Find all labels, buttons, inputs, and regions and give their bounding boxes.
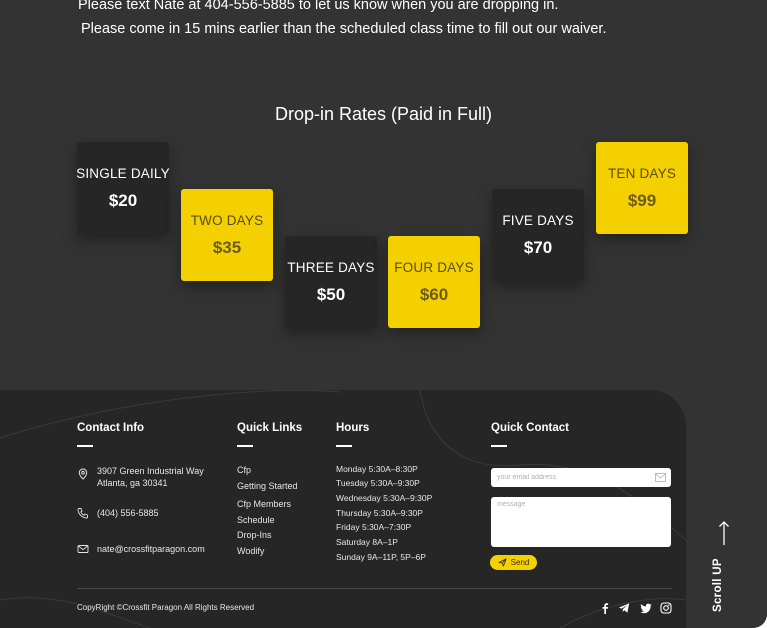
footer: Contact Info 3907 Green Industrial Way A… bbox=[0, 390, 686, 628]
rate-card-price: $70 bbox=[523, 237, 553, 257]
hours-item-saturday: Saturday 8A–1P bbox=[336, 537, 398, 547]
instagram-icon[interactable] bbox=[660, 602, 672, 614]
hours-item-wednesday: Wednesday 5:30A–9:30P bbox=[336, 493, 433, 503]
notice-text-line2: Please come in 15 mins earlier than the … bbox=[81, 21, 607, 37]
rate-card-two-days: TWO DAYS $35 bbox=[181, 189, 273, 281]
rate-card-name: FOUR DAYS bbox=[394, 259, 474, 275]
address-line1: 3907 Green Industrial Way bbox=[97, 466, 204, 476]
send-button-label: Send bbox=[510, 558, 530, 567]
email-link[interactable]: nate@crossfitparagon.com bbox=[97, 543, 205, 555]
facebook-icon[interactable] bbox=[599, 602, 611, 614]
address-text: 3907 Green Industrial Way Atlanta, ga 30… bbox=[97, 465, 204, 489]
arrow-up-icon bbox=[719, 521, 729, 545]
scroll-up-button[interactable]: Scroll UP bbox=[712, 520, 738, 612]
notice-text-line1: Please text Nate at 404-556-5885 to let … bbox=[78, 0, 559, 13]
footer-divider bbox=[77, 588, 672, 589]
quick-link-schedule[interactable]: Schedule bbox=[237, 515, 275, 525]
hours-item-friday: Friday 5:30A–7:30P bbox=[336, 522, 412, 532]
rate-card-name: THREE DAYS bbox=[287, 259, 375, 275]
hours-item-sunday: Sunday 9A–11P, 5P–6P bbox=[336, 552, 426, 562]
heading-underline bbox=[237, 445, 253, 447]
heading-underline bbox=[336, 445, 352, 447]
contact-info-heading: Contact Info bbox=[77, 422, 145, 434]
email-icon bbox=[77, 545, 89, 553]
rate-card-name: SINGLE DAILY bbox=[76, 165, 170, 181]
rate-card-name: TWO DAYS bbox=[190, 212, 264, 228]
paper-plane-icon bbox=[498, 558, 507, 567]
rate-card-price: $20 bbox=[108, 190, 138, 210]
rate-card-three-days: THREE DAYS $50 bbox=[285, 236, 377, 328]
page-frame: Please text Nate at 404-556-5885 to let … bbox=[0, 0, 767, 628]
quick-link-wodify[interactable]: Wodify bbox=[237, 546, 264, 556]
rate-card-name: FIVE DAYS bbox=[502, 212, 574, 228]
heading-underline bbox=[77, 445, 93, 447]
phone-icon bbox=[77, 508, 88, 519]
quick-link-cfp-members[interactable]: Cfp Members bbox=[237, 499, 291, 509]
quick-link-drop-ins[interactable]: Drop-Ins bbox=[237, 530, 272, 540]
rate-card-four-days: FOUR DAYS $60 bbox=[388, 236, 480, 328]
rate-card-single-daily: SINGLE DAILY $20 bbox=[76, 142, 170, 234]
rate-card-price: $35 bbox=[212, 237, 242, 257]
hours-item-monday: Monday 5:30A–8:30P bbox=[336, 464, 418, 474]
hours-item-thursday: Thursday 5:30A–9:30P bbox=[336, 508, 423, 518]
message-textarea[interactable] bbox=[491, 497, 671, 547]
rate-card-price: $50 bbox=[316, 284, 346, 304]
location-pin-icon bbox=[78, 468, 88, 480]
envelope-icon bbox=[655, 473, 666, 482]
quick-contact-heading: Quick Contact bbox=[491, 422, 569, 434]
rates-title: Drop-in Rates (Paid in Full) bbox=[274, 104, 493, 124]
phone-link[interactable]: (404) 556-5885 bbox=[97, 507, 159, 519]
rate-card-ten-days: TEN DAYS $99 bbox=[596, 142, 688, 234]
send-button[interactable]: Send bbox=[490, 555, 537, 570]
rate-card-price: $99 bbox=[627, 190, 657, 210]
rate-card-price: $60 bbox=[419, 284, 449, 304]
scroll-up-label: Scroll UP bbox=[712, 558, 724, 612]
quick-link-getting-started[interactable]: Getting Started bbox=[237, 481, 298, 491]
rate-card-five-days: FIVE DAYS $70 bbox=[492, 189, 584, 281]
address-line2: Atlanta, ga 30341 bbox=[97, 478, 168, 488]
hours-item-tuesday: Tuesday 5:30A–9:30P bbox=[336, 478, 420, 488]
heading-underline bbox=[491, 445, 507, 447]
twitter-icon[interactable] bbox=[640, 602, 652, 614]
hours-heading: Hours bbox=[336, 422, 370, 434]
email-address-input[interactable] bbox=[491, 468, 671, 487]
copyright-text: CopyRight ©Crossfit Paragon All Rights R… bbox=[77, 603, 255, 612]
quick-link-cfp[interactable]: Cfp bbox=[237, 465, 251, 475]
rate-card-name: TEN DAYS bbox=[607, 165, 677, 181]
quick-links-heading: Quick Links bbox=[237, 422, 303, 434]
telegram-icon[interactable] bbox=[618, 602, 630, 614]
